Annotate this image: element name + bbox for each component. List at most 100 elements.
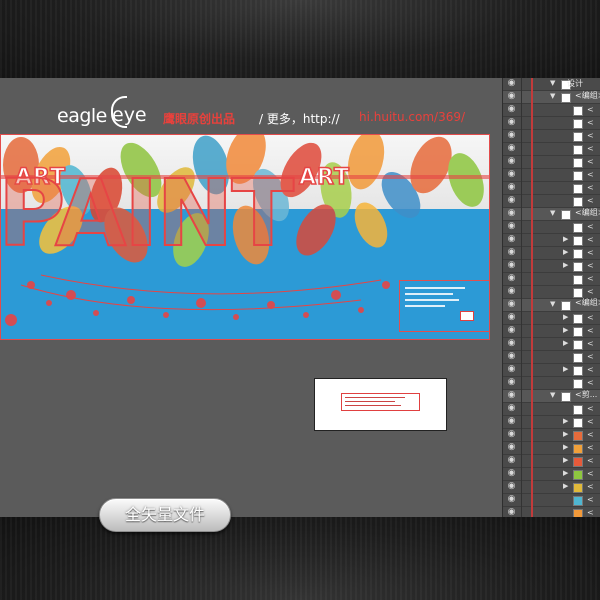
expand-arrow-icon[interactable]: ▶ [563, 339, 569, 348]
eye-icon[interactable]: ◉ [507, 92, 516, 101]
column-divider [521, 299, 522, 312]
expand-arrow-icon[interactable]: ▶ [563, 430, 569, 439]
expand-arrow-icon[interactable]: ▶ [563, 417, 569, 426]
expand-arrow-icon[interactable]: ▼ [550, 79, 556, 88]
layer-row[interactable]: ◉ ▶ < [503, 429, 600, 442]
eye-icon[interactable]: ◉ [507, 404, 516, 413]
layer-row[interactable]: ◉ < [503, 104, 600, 117]
expand-arrow-icon[interactable]: ▼ [550, 209, 556, 218]
artboard-thumbnail[interactable] [314, 378, 447, 431]
eye-icon[interactable]: ◉ [507, 300, 516, 309]
layer-thumbnail [573, 496, 583, 506]
layer-item-marker: < [587, 105, 594, 114]
column-divider [521, 312, 522, 325]
eye-icon[interactable]: ◉ [507, 313, 516, 322]
layer-item-marker: < [587, 313, 594, 322]
full-vector-button[interactable]: 全矢量文件 [99, 498, 231, 532]
column-divider [521, 390, 522, 403]
layer-row[interactable]: ◉ ▶ < [503, 455, 600, 468]
eye-icon[interactable]: ◉ [507, 378, 516, 387]
eye-icon[interactable]: ◉ [507, 326, 516, 335]
layer-row[interactable]: ◉ ▶ < [503, 481, 600, 494]
eye-icon[interactable]: ◉ [507, 469, 516, 478]
expand-arrow-icon[interactable]: ▶ [563, 443, 569, 452]
eye-icon[interactable]: ◉ [507, 339, 516, 348]
eye-icon[interactable]: ◉ [507, 274, 516, 283]
layer-row[interactable]: ◉ ▶ < [503, 325, 600, 338]
eye-icon[interactable]: ◉ [507, 443, 516, 452]
eye-icon[interactable]: ◉ [507, 508, 516, 517]
column-divider [521, 494, 522, 507]
layer-row[interactable]: ◉ ▶ < [503, 247, 600, 260]
eye-icon[interactable]: ◉ [507, 144, 516, 153]
layer-row[interactable]: ◉ ▶ < [503, 468, 600, 481]
eye-icon[interactable]: ◉ [507, 222, 516, 231]
eye-icon[interactable]: ◉ [507, 105, 516, 114]
layer-row[interactable]: ◉ < [503, 403, 600, 416]
layer-row[interactable]: ◉ ▶ < [503, 338, 600, 351]
expand-arrow-icon[interactable]: ▶ [563, 365, 569, 374]
layer-thumbnail [573, 132, 583, 142]
expand-arrow-icon[interactable]: ▶ [563, 235, 569, 244]
expand-arrow-icon[interactable]: ▶ [563, 482, 569, 491]
layer-row[interactable]: ◉ < [503, 130, 600, 143]
layer-row[interactable]: ◉ < [503, 169, 600, 182]
expand-arrow-icon[interactable]: ▼ [550, 391, 556, 400]
eye-icon[interactable]: ◉ [507, 209, 516, 218]
eye-icon[interactable]: ◉ [507, 391, 516, 400]
layer-row[interactable]: ◉ ▶ < [503, 364, 600, 377]
eye-icon[interactable]: ◉ [507, 261, 516, 270]
expand-arrow-icon[interactable]: ▶ [563, 469, 569, 478]
eye-icon[interactable]: ◉ [507, 365, 516, 374]
eye-icon[interactable]: ◉ [507, 482, 516, 491]
eye-icon[interactable]: ◉ [507, 157, 516, 166]
layer-item-marker: < [587, 261, 594, 270]
eye-icon[interactable]: ◉ [507, 118, 516, 127]
eye-icon[interactable]: ◉ [507, 287, 516, 296]
layer-row[interactable]: ◉ ▶ < [503, 312, 600, 325]
eye-icon[interactable]: ◉ [507, 196, 516, 205]
layer-item-marker: < [587, 235, 594, 244]
layer-thumbnail [573, 353, 583, 363]
layer-row[interactable]: ◉ < [503, 221, 600, 234]
layer-row[interactable]: ◉ ▶ < [503, 234, 600, 247]
eye-icon[interactable]: ◉ [507, 79, 516, 88]
column-divider [521, 234, 522, 247]
eye-icon[interactable]: ◉ [507, 131, 516, 140]
eye-icon[interactable]: ◉ [507, 248, 516, 257]
expand-arrow-icon[interactable]: ▶ [563, 326, 569, 335]
text-block-selection[interactable] [399, 280, 489, 332]
layer-row[interactable]: ◉ < [503, 494, 600, 507]
eye-icon[interactable]: ◉ [507, 430, 516, 439]
column-divider [521, 169, 522, 182]
eye-icon[interactable]: ◉ [507, 170, 516, 179]
expand-arrow-icon[interactable]: ▼ [550, 300, 556, 309]
layer-row[interactable]: ◉ ▶ < [503, 416, 600, 429]
column-divider [521, 195, 522, 208]
column-divider [521, 78, 522, 91]
expand-arrow-icon[interactable]: ▼ [550, 92, 556, 101]
text-line [405, 305, 445, 307]
expand-arrow-icon[interactable]: ▶ [563, 456, 569, 465]
layer-row[interactable]: ◉ < [503, 351, 600, 364]
layer-item-marker: < [587, 274, 594, 283]
eye-icon[interactable]: ◉ [507, 235, 516, 244]
expand-arrow-icon[interactable]: ▶ [563, 248, 569, 257]
layer-row[interactable]: ◉ < [503, 273, 600, 286]
layer-row[interactable]: ◉ < [503, 117, 600, 130]
expand-arrow-icon[interactable]: ▶ [563, 313, 569, 322]
layer-row[interactable]: ◉ < [503, 143, 600, 156]
eye-icon[interactable]: ◉ [507, 495, 516, 504]
layer-row[interactable]: ◉ < [503, 182, 600, 195]
column-divider [521, 442, 522, 455]
eye-icon[interactable]: ◉ [507, 183, 516, 192]
logo-text-eye: eye [112, 104, 147, 126]
layer-row[interactable]: ◉ < [503, 507, 600, 517]
eye-icon[interactable]: ◉ [507, 352, 516, 361]
layer-row[interactable]: ◉ ▶ < [503, 260, 600, 273]
layer-row[interactable]: ◉ < [503, 156, 600, 169]
expand-arrow-icon[interactable]: ▶ [563, 261, 569, 270]
eye-icon[interactable]: ◉ [507, 417, 516, 426]
eye-icon[interactable]: ◉ [507, 456, 516, 465]
layer-row[interactable]: ◉ ▶ < [503, 442, 600, 455]
